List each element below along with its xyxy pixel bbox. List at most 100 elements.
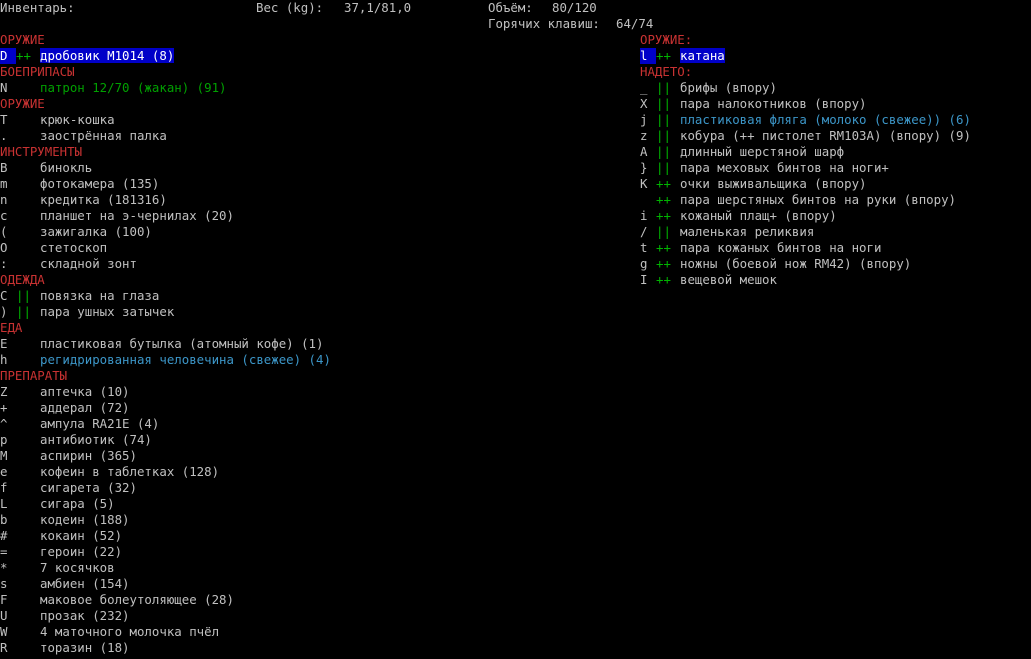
hotkeys-value: 64/74: [616, 16, 654, 31]
item-hotkey: /: [640, 224, 648, 239]
inventory-item-selected[interactable]: l ++ катана: [640, 48, 1031, 64]
item-name: складной зонт: [40, 256, 137, 271]
item-name: кодеин (188): [40, 512, 130, 527]
item-name: зажигалка (100): [40, 224, 152, 239]
inventory-item[interactable]: Mаспирин (365): [0, 448, 600, 464]
item-hotkey: ): [0, 304, 8, 319]
item-status-marker: ||: [16, 288, 31, 303]
inventory-item[interactable]: : складной зонт: [0, 256, 600, 272]
inventory-item[interactable]: + аддерал (72): [0, 400, 600, 416]
inventory-item[interactable]: Uпрозак (232): [0, 608, 600, 624]
inventory-item[interactable]: p антибиотик (74): [0, 432, 600, 448]
item-hotkey: s: [0, 576, 8, 591]
item-hotkey: j: [640, 112, 648, 127]
inventory-item[interactable]: b кодеин (188): [0, 512, 600, 528]
item-hotkey: *: [0, 560, 8, 575]
inventory-item[interactable]: Eпластиковая бутылка (атомный кофе) (1): [0, 336, 600, 352]
item-hotkey: =: [0, 544, 8, 559]
inventory-item[interactable]: i ++ кожаный плащ+ (впору): [640, 208, 1031, 224]
item-hotkey: T: [0, 112, 8, 127]
inventory-item[interactable]: = героин (22): [0, 544, 600, 560]
item-name: пластиковая фляга (молоко (свежее)) (6): [680, 112, 971, 127]
item-hotkey: N: [0, 80, 8, 95]
inventory-item[interactable]: f сигарета (32): [0, 480, 600, 496]
inventory-item[interactable]: ++ пара шерстяных бинтов на руки (впору): [640, 192, 1031, 208]
item-name: повязка на глаза: [40, 288, 160, 303]
category-header: ПРЕПАРАТЫ: [0, 368, 68, 383]
item-name: сигара (5): [40, 496, 115, 511]
inventory-item[interactable]: X || пара налокотников (впору): [640, 96, 1031, 112]
inventory-item[interactable]: K ++ очки выживальщика (впору): [640, 176, 1031, 192]
item-name: кобура (++ пистолет RM103A) (впору) (9): [680, 128, 971, 143]
volume-label: Объём:: [488, 0, 533, 15]
item-name: кожаный плащ+ (впору): [680, 208, 837, 223]
item-hotkey: +: [0, 400, 8, 415]
item-hotkey: O: [0, 240, 8, 255]
inventory-item[interactable]: _ || брифы (впору): [640, 80, 1031, 96]
inventory-item[interactable]: h регидрированная человечина (свежее) (4): [0, 352, 600, 368]
item-name: крюк-кошка: [40, 112, 115, 127]
inventory-item[interactable]: ^ ампула RA21E (4): [0, 416, 600, 432]
item-hotkey: z: [640, 128, 648, 143]
inventory-item[interactable]: ) || пара ушных затычек: [0, 304, 600, 320]
item-name: 4 маточного молочка пчёл: [40, 624, 220, 639]
item-status-marker: ||: [656, 80, 671, 95]
inventory-item[interactable]: # кокаин (52): [0, 528, 600, 544]
inventory-item[interactable]: Tкрюк-кошка: [0, 112, 600, 128]
item-hotkey: Z: [0, 384, 8, 399]
inventory-item[interactable]: / || маленькая реликвия: [640, 224, 1031, 240]
inventory-item[interactable]: z || кобура (++ пистолет RM103A) (впору) (…: [640, 128, 1031, 144]
item-status-marker: ||: [656, 112, 671, 127]
inventory-item[interactable]: Fмаковое болеутоляющее (28): [0, 592, 600, 608]
inventory-item[interactable]: s амбиен (154): [0, 576, 600, 592]
inventory-item[interactable]: * 7 косячков: [0, 560, 600, 576]
item-name: пара налокотников (впору): [680, 96, 867, 111]
item-name: очки выживальщика (впору): [680, 176, 867, 191]
volume-value: 80/120: [552, 0, 597, 15]
item-hotkey: W: [0, 624, 8, 639]
item-hotkey: _: [640, 80, 648, 95]
item-hotkey: (: [0, 224, 8, 239]
inventory-item[interactable]: Lсигара (5): [0, 496, 600, 512]
inventory-item[interactable]: Zаптечка (10): [0, 384, 600, 400]
inventory-item[interactable]: Oстетоскоп: [0, 240, 600, 256]
inventory-item[interactable]: C || повязка на глаза: [0, 288, 600, 304]
item-status-marker: ||: [656, 144, 671, 159]
item-status-marker: ||: [656, 96, 671, 111]
inventory-item[interactable]: Bбинокль: [0, 160, 600, 176]
item-hotkey: F: [0, 592, 8, 607]
item-hotkey: U: [0, 608, 8, 623]
category-header: НАДЕТО:: [640, 64, 693, 79]
item-hotkey: L: [0, 496, 8, 511]
inventory-item[interactable]: Rторазин (18): [0, 640, 600, 656]
category-header: БОЕПРИПАСЫ: [0, 64, 75, 79]
inventory-item[interactable]: m фотокамера (135): [0, 176, 600, 192]
inventory-item-selected[interactable]: D ++ дробовик M1014 (8): [0, 48, 600, 64]
item-hotkey: i: [640, 208, 648, 223]
inventory-item[interactable]: I ++ вещевой мешок: [640, 272, 1031, 288]
inventory-item[interactable]: . заострённая палка: [0, 128, 600, 144]
inventory-item[interactable]: ( зажигалка (100): [0, 224, 600, 240]
inventory-item[interactable]: j || пластиковая фляга (молоко (свежее)) (…: [640, 112, 1031, 128]
item-hotkey: E: [0, 336, 8, 351]
item-name: планшет на э-чернилах (20): [40, 208, 234, 223]
inventory-item[interactable]: } || пара меховых бинтов на ноги+: [640, 160, 1031, 176]
inventory-item[interactable]: A || длинный шерстяной шарф: [640, 144, 1031, 160]
item-status-marker: ++: [656, 48, 671, 63]
item-hotkey: R: [0, 640, 8, 655]
inventory-item[interactable]: t ++ пара кожаных бинтов на ноги: [640, 240, 1031, 256]
inventory-list: ОРУЖИЕ D ++ дробовик M1014 (8) БОЕПРИПАСЫ Nпа…: [0, 32, 600, 656]
item-hotkey: M: [0, 448, 8, 463]
inventory-item[interactable]: c планшет на э-чернилах (20): [0, 208, 600, 224]
inventory-item[interactable]: W 4 маточного молочка пчёл: [0, 624, 600, 640]
item-status-marker: ++: [656, 272, 671, 287]
inventory-item[interactable]: n кредитка (181316): [0, 192, 600, 208]
category-header: ОРУЖИЕ: [0, 96, 45, 111]
inventory-item[interactable]: e кофеин в таблетках (128): [0, 464, 600, 480]
inventory-item[interactable]: Nпатрон 12/70 (жакан) (91): [0, 80, 600, 96]
item-hotkey: B: [0, 160, 8, 175]
item-name: 7 косячков: [40, 560, 115, 575]
inventory-item[interactable]: g ++ ножны (боевой нож RM42) (впору): [640, 256, 1031, 272]
inventory-title: Инвентарь:: [0, 0, 75, 15]
item-hotkey: K: [640, 176, 648, 191]
